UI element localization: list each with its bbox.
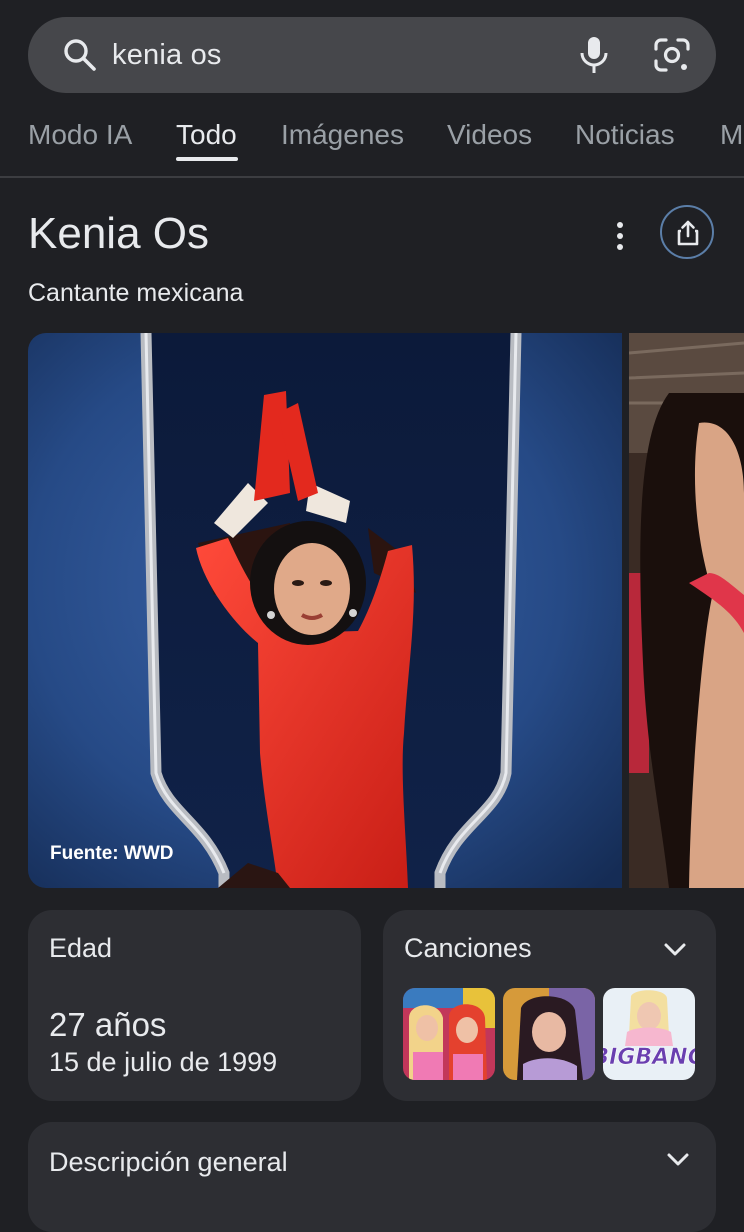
overview-card[interactable]: Descripción general [28,1122,716,1232]
age-value: 27 años [49,1006,167,1043]
song-thumbnail[interactable] [503,988,595,1080]
tab-more[interactable]: M [720,118,743,152]
age-label: Edad [49,933,113,963]
google-lens-icon[interactable] [652,37,692,73]
tab-todo[interactable]: Todo [176,118,237,152]
knowledge-panel-subtitle: Cantante mexicana [28,279,244,307]
search-tabs: Modo IA Todo Imágenes Videos Noticias M [0,110,744,178]
songs-label: Canciones [404,933,532,963]
share-icon [677,220,699,246]
tab-imagenes[interactable]: Imágenes [281,118,404,152]
microphone-icon[interactable] [576,35,612,75]
more-options-icon[interactable] [606,220,634,252]
secondary-photo[interactable] [629,333,744,888]
photo-source-label: Fuente: WWD [50,843,173,864]
birth-date: 15 de julio de 1999 [49,1047,278,1077]
chevron-down-icon[interactable] [664,1150,692,1170]
song-thumbnail[interactable] [403,988,495,1080]
active-tab-indicator [176,157,238,161]
main-photo[interactable]: Fuente: WWD [28,333,622,888]
tab-videos[interactable]: Videos [447,118,532,152]
tab-modo-ia[interactable]: Modo IA [28,118,132,152]
overview-label: Descripción general [49,1147,288,1177]
tab-noticias[interactable]: Noticias [575,118,675,152]
song-thumbnail-text: BIGBANG [603,1045,695,1070]
song-thumbnail[interactable]: BIGBANG [603,988,695,1080]
age-card: Edad 27 años 15 de julio de 1999 [28,910,361,1101]
search-icon[interactable] [60,35,100,75]
songs-card[interactable]: Canciones BIGBANG [383,910,716,1101]
search-query[interactable]: kenia os [112,37,222,73]
knowledge-panel-title: Kenia Os [28,209,209,258]
search-bar[interactable]: kenia os [28,17,716,93]
share-button[interactable] [660,205,714,259]
chevron-down-icon[interactable] [661,940,689,960]
